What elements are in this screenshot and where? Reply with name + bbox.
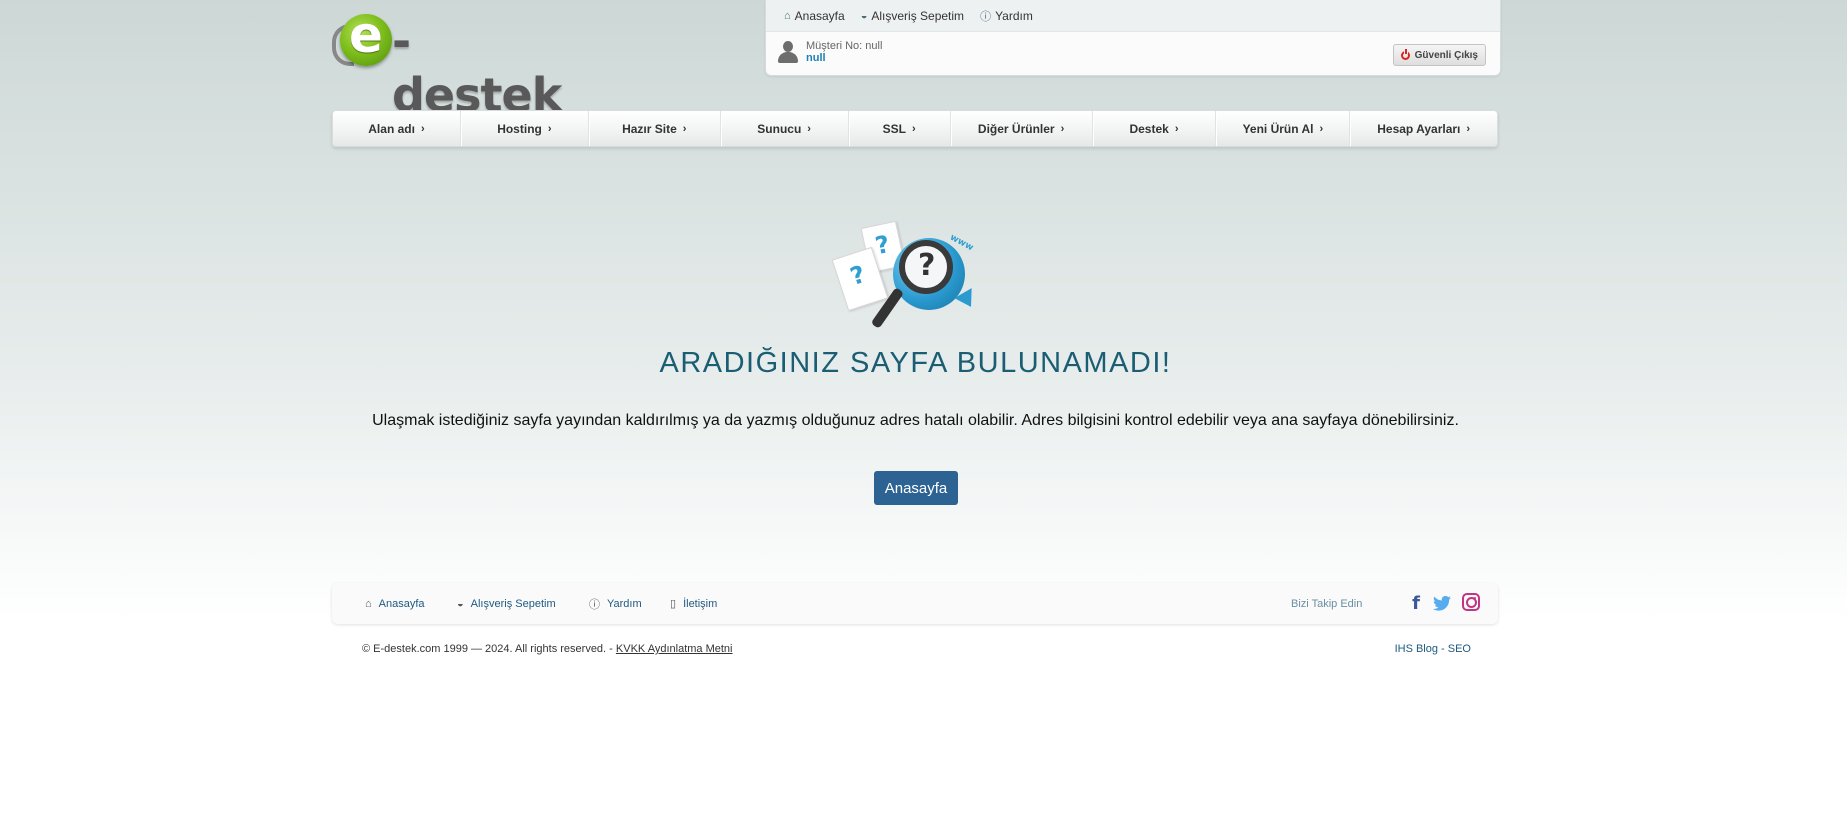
magnifier-icon: ?	[899, 240, 953, 294]
blog-link[interactable]: IHS Blog - SEO	[1395, 643, 1471, 655]
footer-link-home[interactable]: ⌂ Anasayfa	[365, 583, 425, 624]
nav-label: Alan adı	[368, 121, 415, 136]
footer-bar: ⌂ Anasayfa ◒ Alışveriş Sepetim ⓘ Yardım …	[332, 583, 1498, 624]
top-links-bar: ⌂ Anasayfa ◒ Alışveriş Sepetim ⓘ Yardım	[766, 0, 1500, 32]
basket-icon: ◒	[457, 597, 464, 610]
nav-label: Sunucu	[757, 121, 802, 136]
help-icon: ⓘ	[980, 10, 992, 23]
logo-text: -destek	[392, 14, 562, 122]
page-container: e -destek ⌂ Anasayfa ◒ Alışveriş Sepetim…	[332, 0, 1501, 834]
basket-icon: ◒	[860, 9, 868, 22]
customer-info: Müşteri No: null null	[776, 40, 882, 64]
logout-button[interactable]: Güvenli Çıkış	[1392, 44, 1486, 66]
logo-e-badge: e	[340, 6, 392, 66]
footer-link-cart[interactable]: ◒ Alışveriş Sepetim	[457, 583, 556, 624]
nav-label: SSL	[882, 121, 906, 136]
chevron-right-icon: ›	[420, 122, 425, 135]
brand-logo[interactable]: e -destek	[332, 6, 562, 122]
nav-ready-site[interactable]: Hazır Site ›	[589, 111, 721, 146]
main-nav: Alan adı › Hosting › Hazır Site › Sunucu › S…	[332, 110, 1498, 147]
top-link-label: Yardım	[995, 8, 1033, 23]
nav-support[interactable]: Destek ›	[1093, 111, 1217, 146]
chevron-right-icon: ›	[1319, 122, 1324, 135]
account-panel: ⌂ Anasayfa ◒ Alışveriş Sepetim ⓘ Yardım …	[765, 0, 1501, 76]
help-icon: ⓘ	[589, 598, 600, 611]
chevron-right-icon: ›	[1174, 122, 1179, 135]
nav-other-products[interactable]: Diğer Ürünler ›	[951, 111, 1093, 146]
footer-link-contact[interactable]: ▯ İletişim	[670, 583, 717, 624]
nav-label: Hazır Site	[622, 121, 677, 136]
footer-link-label: Yardım	[607, 597, 642, 610]
nav-hosting[interactable]: Hosting ›	[461, 111, 589, 146]
top-link-cart[interactable]: ◒ Alışveriş Sepetim	[861, 9, 964, 23]
top-link-home[interactable]: ⌂ Anasayfa	[784, 9, 845, 23]
home-icon: ⌂	[784, 9, 791, 22]
nav-label: Diğer Ürünler	[977, 121, 1055, 136]
copyright: © E-destek.com 1999 — 2024. All rights r…	[362, 643, 733, 655]
nav-label: Hosting	[497, 121, 542, 136]
chevron-right-icon: ›	[1060, 122, 1065, 135]
nav-label: Destek	[1129, 121, 1169, 136]
nav-label: Yeni Ürün Al	[1242, 121, 1314, 136]
kvkk-link[interactable]: KVKK Aydınlatma Metni	[616, 643, 733, 655]
user-icon	[776, 40, 800, 64]
footer-link-label: Alışveriş Sepetim	[470, 597, 556, 610]
top-link-help[interactable]: ⓘ Yardım	[980, 8, 1033, 24]
nav-domain[interactable]: Alan adı ›	[333, 111, 461, 146]
nav-label: Hesap Ayarları	[1377, 121, 1461, 136]
top-link-label: Anasayfa	[794, 8, 845, 23]
follow-label: Bizi Takip Edin	[1291, 597, 1363, 610]
nav-server[interactable]: Sunucu ›	[721, 111, 849, 146]
footer-link-label: Anasayfa	[378, 597, 425, 610]
not-found-illustration: ? ? www ?	[831, 220, 987, 345]
facebook-icon[interactable]: f	[1409, 593, 1423, 614]
customer-name[interactable]: null	[806, 52, 882, 64]
copyright-text: © E-destek.com 1999 — 2024. All rights r…	[362, 643, 613, 655]
power-icon	[1400, 48, 1410, 60]
instagram-icon[interactable]	[1462, 593, 1480, 611]
nav-ssl[interactable]: SSL ›	[849, 111, 951, 146]
chevron-right-icon: ›	[911, 122, 916, 135]
footer-link-label: İletişim	[683, 597, 718, 610]
home-button[interactable]: Anasayfa	[874, 471, 958, 505]
customer-number: Müşteri No: null	[806, 40, 883, 52]
chevron-right-icon: ›	[807, 122, 811, 135]
home-icon: ⌂	[365, 597, 372, 610]
chevron-right-icon: ›	[682, 122, 687, 135]
error-message: Ulaşmak istediğiniz sayfa yayından kaldı…	[372, 412, 1459, 429]
error-title: ARADIĞINIZ SAYFA BULUNAMADI!	[659, 347, 1172, 379]
chevron-right-icon: ›	[547, 122, 552, 135]
twitter-icon[interactable]	[1431, 593, 1453, 613]
nav-new-product[interactable]: Yeni Ürün Al ›	[1216, 111, 1351, 146]
logout-label: Güvenli Çıkış	[1414, 49, 1478, 61]
nav-account-settings[interactable]: Hesap Ayarları ›	[1350, 111, 1497, 146]
chevron-right-icon: ›	[1466, 122, 1471, 135]
footer-link-help[interactable]: ⓘ Yardım	[589, 583, 642, 624]
contact-icon: ▯	[670, 598, 677, 610]
top-link-label: Alışveriş Sepetim	[871, 8, 965, 23]
